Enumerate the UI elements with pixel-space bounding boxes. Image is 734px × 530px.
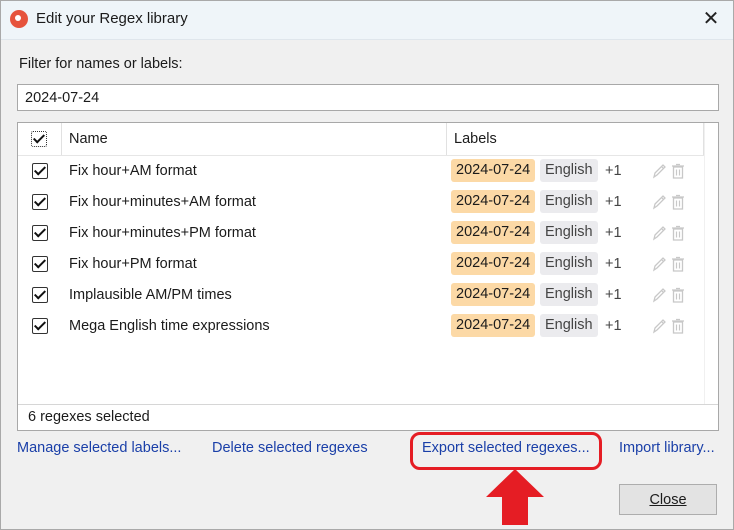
list-item[interactable]: Fix hour+PM format 2024-07-24 English +1	[18, 249, 704, 280]
row-checkbox[interactable]	[32, 256, 48, 272]
list-header: Name Labels	[18, 123, 704, 156]
more-labels-count: +1	[605, 194, 622, 210]
pencil-icon[interactable]	[651, 192, 667, 212]
regex-name: Implausible AM/PM times	[69, 287, 232, 303]
date-label-badge: 2024-07-24	[451, 252, 536, 275]
regex-library-dialog: Edit your Regex library ✕ Filter for nam…	[0, 0, 734, 530]
language-label-badge: English	[540, 190, 598, 213]
trash-icon[interactable]	[670, 223, 686, 243]
more-labels-count: +1	[605, 256, 622, 272]
regex-name: Fix hour+minutes+AM format	[69, 194, 256, 210]
dialog-title: Edit your Regex library	[36, 10, 188, 27]
manage-labels-link[interactable]: Manage selected labels...	[17, 440, 181, 456]
date-label-badge: 2024-07-24	[451, 159, 536, 182]
date-label-badge: 2024-07-24	[451, 190, 536, 213]
list-item[interactable]: Fix hour+minutes+PM format 2024-07-24 Engl…	[18, 218, 704, 249]
row-checkbox[interactable]	[32, 163, 48, 179]
row-checkbox[interactable]	[32, 225, 48, 241]
regex-name: Fix hour+minutes+PM format	[69, 225, 256, 241]
delete-regexes-link[interactable]: Delete selected regexes	[212, 440, 368, 456]
regex-name: Fix hour+AM format	[69, 163, 197, 179]
trash-icon[interactable]	[670, 192, 686, 212]
export-highlight-outline	[410, 432, 602, 470]
trash-icon[interactable]	[670, 161, 686, 181]
row-checkbox[interactable]	[32, 194, 48, 210]
filter-label: Filter for names or labels:	[19, 56, 183, 72]
header-checkbox-cell	[18, 123, 62, 155]
date-label-badge: 2024-07-24	[451, 283, 536, 306]
pencil-icon[interactable]	[651, 161, 667, 181]
column-header-name[interactable]: Name	[62, 123, 447, 155]
app-logo-icon	[10, 10, 28, 28]
status-bar: 6 regexes selected	[18, 404, 718, 430]
date-label-badge: 2024-07-24	[451, 314, 536, 337]
language-label-badge: English	[540, 159, 598, 182]
list-item[interactable]: Fix hour+AM format 2024-07-24 English +1	[18, 156, 704, 187]
row-checkbox[interactable]	[32, 287, 48, 303]
column-header-labels-label: Labels	[454, 131, 497, 147]
date-label-badge: 2024-07-24	[451, 221, 536, 244]
vertical-scrollbar[interactable]	[704, 123, 718, 405]
more-labels-count: +1	[605, 318, 622, 334]
more-labels-count: +1	[605, 163, 622, 179]
trash-icon[interactable]	[670, 254, 686, 274]
close-icon[interactable]: ✕	[699, 7, 723, 31]
list-item[interactable]: Implausible AM/PM times 2024-07-24 English…	[18, 280, 704, 311]
column-header-name-label: Name	[69, 131, 108, 147]
close-button[interactable]: Close	[619, 484, 717, 515]
up-arrow-icon	[486, 469, 544, 525]
row-checkbox[interactable]	[32, 318, 48, 334]
column-header-labels[interactable]: Labels	[447, 123, 704, 155]
pencil-icon[interactable]	[651, 223, 667, 243]
list-item[interactable]: Mega English time expressions 2024-07-24 E…	[18, 311, 704, 342]
trash-icon[interactable]	[670, 316, 686, 336]
more-labels-count: +1	[605, 287, 622, 303]
pencil-icon[interactable]	[651, 285, 667, 305]
language-label-badge: English	[540, 252, 598, 275]
regex-list: Name Labels Fix hour+AM format 2024-07-24…	[17, 122, 719, 431]
pencil-icon[interactable]	[651, 316, 667, 336]
title-bar: Edit your Regex library ✕	[1, 1, 733, 40]
pencil-icon[interactable]	[651, 254, 667, 274]
more-labels-count: +1	[605, 225, 622, 241]
import-library-link[interactable]: Import library...	[619, 440, 715, 456]
language-label-badge: English	[540, 314, 598, 337]
selection-status: 6 regexes selected	[28, 409, 150, 425]
filter-input[interactable]	[17, 84, 719, 111]
language-label-badge: English	[540, 283, 598, 306]
list-item[interactable]: Fix hour+minutes+AM format 2024-07-24 Engl…	[18, 187, 704, 218]
trash-icon[interactable]	[670, 285, 686, 305]
regex-name: Fix hour+PM format	[69, 256, 197, 272]
select-all-checkbox[interactable]	[31, 131, 47, 147]
regex-name: Mega English time expressions	[69, 318, 270, 334]
language-label-badge: English	[540, 221, 598, 244]
